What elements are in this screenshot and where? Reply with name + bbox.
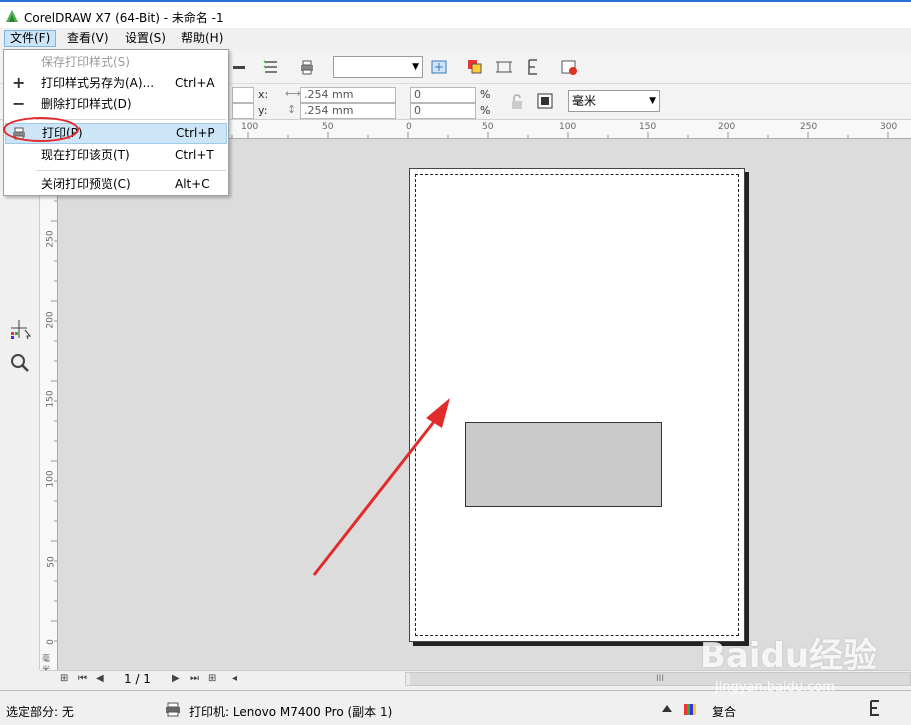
add-page-after-icon[interactable]: ⊞ (208, 673, 216, 684)
menu-item-label: 删除打印样式(D) (41, 97, 132, 111)
menu-item-delete-print-style[interactable]: − 删除打印样式(D) (5, 94, 227, 115)
menu-file[interactable]: 文件(F) (4, 30, 57, 47)
left-field-1[interactable] (232, 87, 254, 103)
fit-page-icon[interactable] (430, 58, 448, 76)
add-page-before-icon[interactable]: ⊞ (60, 673, 68, 684)
height-icon: ↕ (287, 103, 297, 116)
annotation-ellipse (3, 117, 79, 142)
ruler-tick: 100 (559, 122, 577, 132)
color-layers-icon[interactable] (466, 58, 484, 76)
menu-item-label: 现在打印该页(T) (41, 148, 130, 162)
minus-icon[interactable] (230, 58, 248, 76)
menu-item-label: 保存打印样式(S) (41, 55, 130, 69)
menu-item-shortcut: Alt+C (175, 177, 210, 191)
first-page-icon[interactable]: ⏮ (78, 673, 87, 684)
list-settings-icon[interactable] (262, 58, 280, 76)
minus-icon: − (12, 94, 26, 113)
menu-bar: 文件(F) 查看(V) 设置(S) 帮助(H) (0, 28, 911, 49)
ruler-tick: 200 (718, 122, 736, 132)
menu-settings[interactable]: 设置(S) (120, 30, 171, 47)
title-bar: CorelDRAW X7 (64-Bit) - 未命名 -1 (0, 0, 911, 28)
plus-icon: + (12, 73, 26, 92)
status-bar: 选定部分: 无 打印机: Lenovo M7400 Pro (副本 1) 复合 (0, 690, 911, 725)
menu-item-save-style-as[interactable]: + 打印样式另存为(A)... Ctrl+A (5, 73, 227, 94)
imposition-icon[interactable] (524, 58, 542, 76)
zoom-combo[interactable]: ▼ (333, 56, 423, 78)
ruler-tick: 0 (406, 122, 412, 132)
menu-item-close-preview[interactable]: 关闭打印预览(C) Alt+C (5, 174, 227, 195)
x-position-input[interactable]: .254 mm (300, 87, 396, 103)
imposition-status-icon[interactable] (868, 699, 882, 717)
close-preview-icon[interactable] (560, 58, 578, 76)
percent-y-label: % (480, 104, 491, 117)
units-select[interactable]: 毫米 ▼ (568, 90, 660, 112)
x-label: x: (258, 88, 269, 101)
menu-item-shortcut: Ctrl+P (176, 126, 215, 140)
toolbox (0, 120, 40, 670)
printer-icon[interactable] (298, 58, 316, 76)
menu-item-print-this-page[interactable]: 现在打印该页(T) Ctrl+T (5, 145, 227, 166)
menu-help[interactable]: 帮助(H) (176, 30, 228, 47)
menu-item-save-print-style[interactable]: 保存打印样式(S) (5, 52, 227, 73)
coreldraw-app-icon (6, 10, 18, 22)
rectangle-object[interactable] (465, 422, 662, 507)
watermark-url: jingyan.baidu.com (715, 680, 835, 695)
page-indicator: 1 / 1 (124, 672, 151, 686)
marks-icon[interactable] (495, 58, 513, 76)
y-label: y: (258, 104, 268, 117)
scroll-left-icon[interactable]: ◂ (232, 673, 237, 684)
y-position-input[interactable]: .254 mm (300, 103, 396, 119)
printer-status-icon (166, 702, 180, 717)
menu-item-shortcut: Ctrl+A (175, 76, 215, 90)
ruler-tick: 100 (241, 122, 259, 132)
percent-x-label: % (480, 88, 491, 101)
last-page-icon[interactable]: ⏭ (190, 673, 199, 684)
color-mode-icon (662, 704, 696, 715)
output-mode: 复合 (712, 705, 737, 719)
menu-separator (36, 170, 226, 171)
watermark-logo: Baidu经验 (700, 636, 878, 676)
lock-icon[interactable] (508, 93, 526, 111)
next-page-icon[interactable]: ▶ (172, 673, 180, 684)
annotation-arrow (312, 398, 450, 576)
ruler-tick: 150 (639, 122, 657, 132)
width-icon: ⟷ (285, 87, 301, 100)
menu-view[interactable]: 查看(V) (62, 30, 114, 47)
printer-status: 打印机: Lenovo M7400 Pro (副本 1) (189, 705, 393, 719)
selection-status: 选定部分: 无 (6, 705, 74, 719)
position-tool-icon[interactable] (9, 318, 33, 340)
ruler-tick: 50 (322, 122, 334, 132)
menu-item-shortcut: Ctrl+T (175, 148, 214, 162)
units-value: 毫米 (572, 94, 597, 108)
menu-item-label: 打印样式另存为(A)... (41, 76, 155, 90)
ruler-tick: 50 (482, 122, 494, 132)
prev-page-icon[interactable]: ◀ (96, 673, 104, 684)
ruler-tick: 250 (800, 122, 818, 132)
ruler-ticks-left (51, 160, 57, 642)
position-grid-icon[interactable] (536, 92, 554, 110)
left-field-2[interactable] (232, 103, 254, 119)
vertical-ruler[interactable]: 250 200 150 100 50 0 毫米 (40, 139, 58, 670)
zoom-tool-icon[interactable] (9, 352, 31, 374)
scale-x-input[interactable]: 0 (410, 87, 476, 103)
window-title: CorelDRAW X7 (64-Bit) - 未命名 -1 (24, 11, 224, 25)
ruler-tick: 300 (880, 122, 898, 132)
scale-y-input[interactable]: 0 (410, 103, 476, 119)
menu-item-label: 关闭打印预览(C) (41, 177, 131, 191)
